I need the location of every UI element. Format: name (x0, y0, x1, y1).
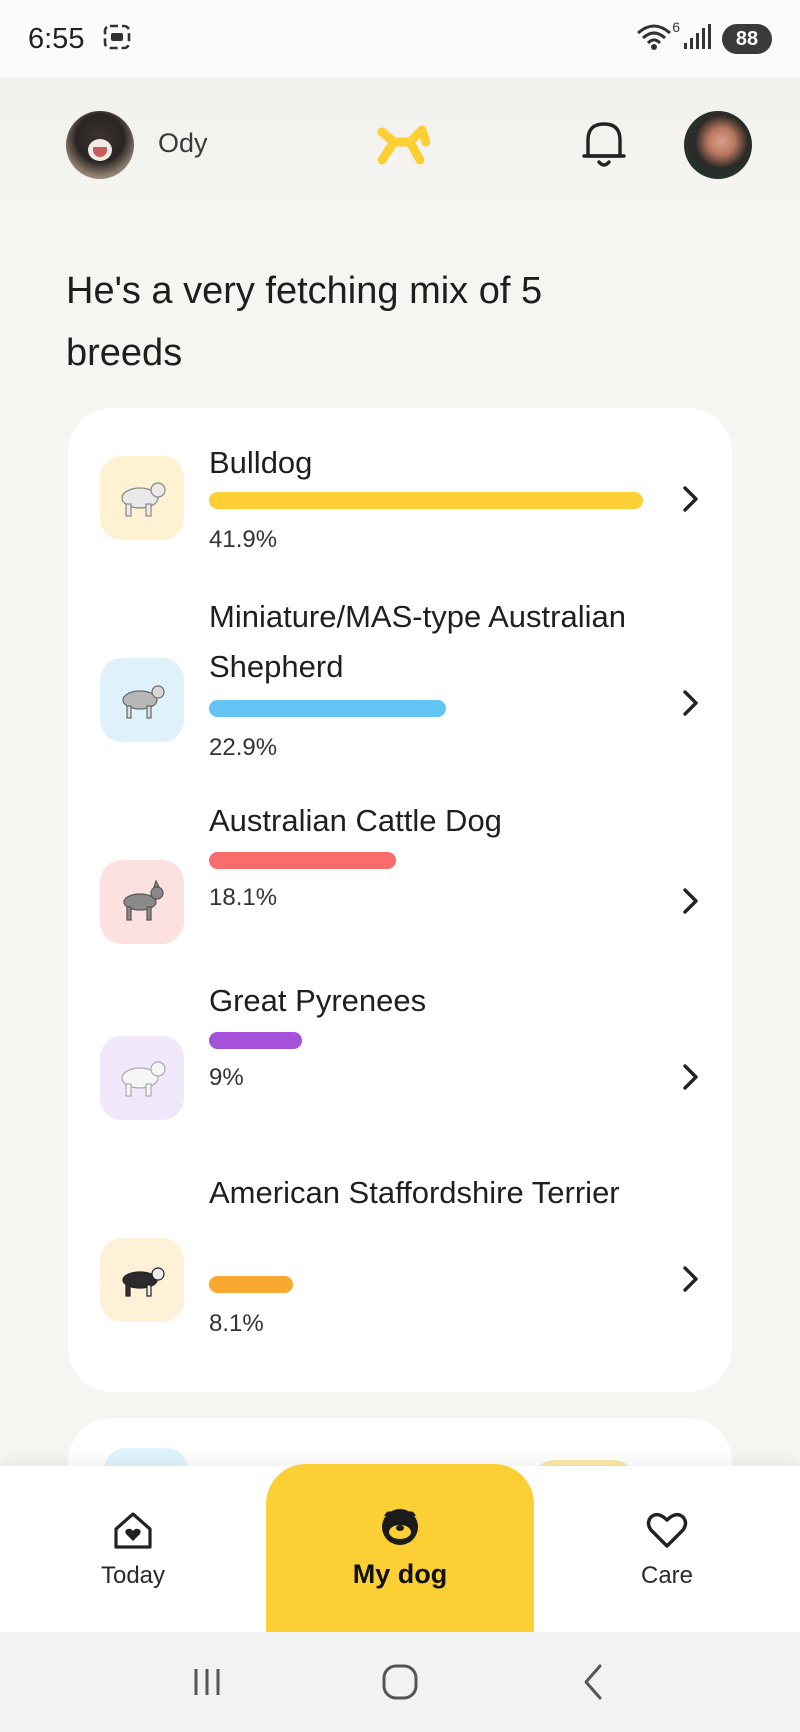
american-staffordshire-terrier-thumbnail (100, 1238, 184, 1322)
dog-name[interactable]: Ody (158, 128, 208, 159)
signal-icon (682, 23, 712, 56)
chevron-right-icon (680, 1062, 702, 1092)
screenshot-icon (102, 23, 132, 56)
status-left: 6:55 (28, 23, 132, 56)
nav-care-label: Care (640, 1561, 694, 1589)
app-header: Ody (0, 78, 800, 213)
australian-cattle-dog-thumbnail (100, 860, 184, 944)
breed-mix-card: Bulldog 41.9% Miniature/MAS-type Austral… (68, 408, 732, 1392)
breed-name: Bulldog (209, 445, 313, 480)
nav-care[interactable]: Care (534, 1466, 800, 1632)
breed-percentage-bar-fill (209, 852, 397, 869)
breed-name: Australian Cattle Dog (209, 803, 502, 838)
wifi-badge: 6 (672, 18, 680, 35)
breed-name: American Staffordshire Terrier (209, 1175, 620, 1210)
american-staffordshire-terrier-icon (122, 1267, 165, 1297)
breed-percentage: 18.1% (209, 884, 278, 911)
breed-percentage: 22.9% (209, 734, 278, 761)
breed-percentage: 9% (209, 1064, 244, 1091)
breed-row-miniature-australian-shepherd[interactable]: Miniature/MAS-type Australian Shepherd 2… (68, 588, 732, 788)
status-time: 6:55 (28, 22, 85, 55)
breed-percentage-bar (209, 492, 643, 509)
breed-row-american-staffordshire-terrier[interactable]: American Staffordshire Terrier 8.1% (68, 1175, 732, 1388)
bulldog-icon (121, 482, 166, 517)
breed-percentage-bar-fill (209, 1276, 293, 1293)
breed-percentage-bar (209, 700, 643, 717)
dog-face-icon (378, 1506, 422, 1553)
chevron-right-icon (680, 886, 702, 916)
dog-avatar[interactable] (66, 111, 134, 179)
back-button[interactable] (563, 1652, 623, 1712)
balloon-dog-logo-icon (372, 120, 431, 170)
user-avatar[interactable] (684, 111, 752, 179)
breed-percentage-bar-fill (209, 700, 447, 717)
nav-today-label: Today (100, 1561, 166, 1589)
breed-row-great-pyrenees[interactable]: Great Pyrenees 9% (68, 983, 732, 1158)
chevron-right-icon (680, 1264, 702, 1294)
status-right: 6 88 (636, 19, 772, 56)
recent-apps-button[interactable] (177, 1652, 237, 1712)
australian-shepherd-icon (122, 685, 165, 719)
status-bar: 6:55 6 88 (0, 0, 800, 78)
breed-percentage-bar-fill (209, 1032, 303, 1049)
breed-percentage: 8.1% (209, 1310, 264, 1337)
breed-row-australian-cattle-dog[interactable]: Australian Cattle Dog 18.1% (68, 803, 732, 978)
breed-name: Miniature/MAS-type Australian Shepherd (209, 599, 626, 684)
breed-percentage-bar (209, 852, 643, 869)
great-pyrenees-thumbnail (100, 1036, 184, 1120)
breed-percentage: 41.9% (209, 526, 278, 553)
home-heart-icon (111, 1509, 155, 1556)
breed-name: Great Pyrenees (209, 983, 427, 1018)
breed-percentage-bar-fill (209, 492, 643, 509)
breed-mix-headline: He's a very fetching mix of 5 breeds (66, 270, 543, 374)
breed-percentage-bar (209, 1276, 643, 1293)
wifi-icon: 6 (636, 19, 680, 56)
battery-indicator: 88 (722, 24, 772, 54)
nav-today[interactable]: Today (0, 1466, 266, 1632)
recent-apps-icon (194, 1669, 220, 1695)
australian-cattle-dog-icon (123, 880, 164, 921)
system-navigation-bar (0, 1632, 800, 1732)
breed-percentage-bar (209, 1032, 643, 1049)
nav-my-dog[interactable]: My dog (266, 1464, 534, 1632)
great-pyrenees-icon (121, 1061, 166, 1097)
home-button[interactable] (370, 1652, 430, 1712)
bulldog-thumbnail (100, 456, 184, 540)
chevron-right-icon (680, 688, 702, 718)
chevron-right-icon (680, 484, 702, 514)
bottom-navigation: Today My dog Care (0, 1464, 800, 1632)
nav-my-dog-label: My dog (352, 1559, 448, 1589)
australian-shepherd-thumbnail (100, 658, 184, 742)
notification-bell-icon[interactable] (580, 116, 628, 172)
heart-icon (645, 1509, 689, 1556)
back-chevron-icon (584, 1664, 602, 1700)
home-circle-icon (382, 1664, 418, 1700)
breed-row-bulldog[interactable]: Bulldog 41.9% (68, 408, 732, 578)
